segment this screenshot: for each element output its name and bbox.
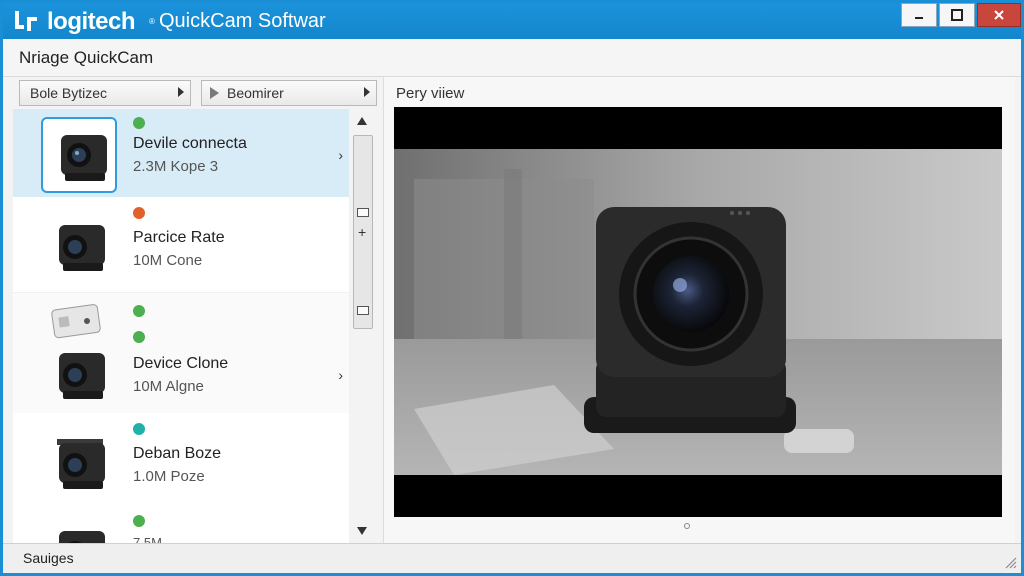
device-detail: 10M Cone (133, 252, 203, 269)
camera-preview[interactable] (394, 107, 1002, 517)
status-indicator (133, 117, 145, 129)
status-indicator (133, 331, 145, 343)
device-list: Devile connecta 2.3M Kope 3 › Parcice Ra… (13, 109, 349, 543)
list-item[interactable]: Devile connecta 2.3M Kope 3 › (13, 109, 349, 197)
device-panel: Bole Bytizec Beomirer Devile connecta 2.… (13, 77, 379, 543)
list-scrollbar[interactable]: + (351, 109, 375, 543)
device-name: Parcice Rate (133, 229, 225, 246)
minimize-button[interactable] (901, 3, 937, 27)
device-detail: 2.3M Kope 3 (133, 158, 219, 175)
card-device-icon (51, 304, 101, 339)
webcam-icon (61, 135, 107, 181)
maximize-button[interactable] (939, 3, 975, 27)
list-item[interactable]: 7.5M (13, 509, 349, 543)
preview-image (394, 149, 1002, 475)
plus-icon: + (358, 224, 367, 240)
webcam-icon (59, 531, 105, 543)
device-detail: 7.5M (133, 535, 162, 543)
status-indicator (133, 423, 145, 435)
preview-pager-dot[interactable] (684, 523, 690, 529)
status-indicator (133, 515, 145, 527)
status-bar: Sauiges (3, 543, 1021, 573)
preview-panel: Pery viiew (383, 77, 1015, 543)
scroll-up-icon[interactable] (357, 117, 367, 125)
play-icon (210, 87, 219, 99)
list-item[interactable]: Device Clone 10M Algne › (13, 293, 349, 413)
preview-label: Pery viiew (396, 85, 465, 102)
status-text: Sauiges (23, 550, 74, 566)
chevron-right-icon: › (338, 147, 343, 163)
scroll-down-icon[interactable] (357, 527, 367, 535)
webcam-icon (59, 353, 105, 399)
maximize-icon (951, 9, 963, 21)
window-controls (901, 3, 1021, 31)
list-item[interactable]: Parcice Rate 10M Cone (13, 197, 349, 293)
dropdown-arrow-icon (364, 87, 370, 97)
browse-dropdown[interactable]: Beomirer (201, 80, 377, 106)
logitech-logo-icon (15, 11, 37, 31)
status-indicator (133, 305, 145, 317)
device-name: Device Clone (133, 355, 229, 372)
trademark-mark: ® (149, 17, 155, 26)
dropdown-arrow-icon (178, 87, 184, 97)
app-window: logitech ® QuickCam Softwar Nriage Quick… (0, 0, 1024, 576)
browse-dropdown-label: Beomirer (227, 85, 284, 101)
close-button[interactable] (977, 3, 1021, 27)
filter-dropdown[interactable]: Bole Bytizec (19, 80, 191, 106)
device-name: Devile connecta (133, 135, 247, 152)
page-title: Nriage QuickCam (19, 48, 154, 67)
webcam-icon (57, 439, 105, 489)
webcam-icon (584, 207, 796, 433)
scroll-thumb[interactable]: + (353, 135, 373, 329)
minimize-icon (915, 17, 923, 19)
list-item[interactable]: Deban Boze 1.0M Poze (13, 413, 349, 509)
header-bar: Nriage QuickCam (3, 39, 1021, 77)
grip-icon (357, 306, 369, 315)
device-detail: 1.0M Poze (133, 468, 205, 485)
window-title: QuickCam Softwar (159, 10, 326, 32)
webcam-icon (59, 225, 105, 271)
title-bar[interactable]: logitech ® QuickCam Softwar (3, 3, 1021, 39)
brand-name: logitech (47, 8, 136, 35)
device-detail: 10M Algne (133, 378, 204, 395)
status-indicator (133, 207, 145, 219)
device-name: Deban Boze (133, 445, 222, 462)
grip-icon (357, 208, 369, 217)
chevron-right-icon: › (338, 367, 343, 383)
filter-dropdown-label: Bole Bytizec (30, 85, 108, 101)
resize-grip-icon[interactable] (1003, 555, 1017, 569)
close-icon (994, 10, 1004, 20)
